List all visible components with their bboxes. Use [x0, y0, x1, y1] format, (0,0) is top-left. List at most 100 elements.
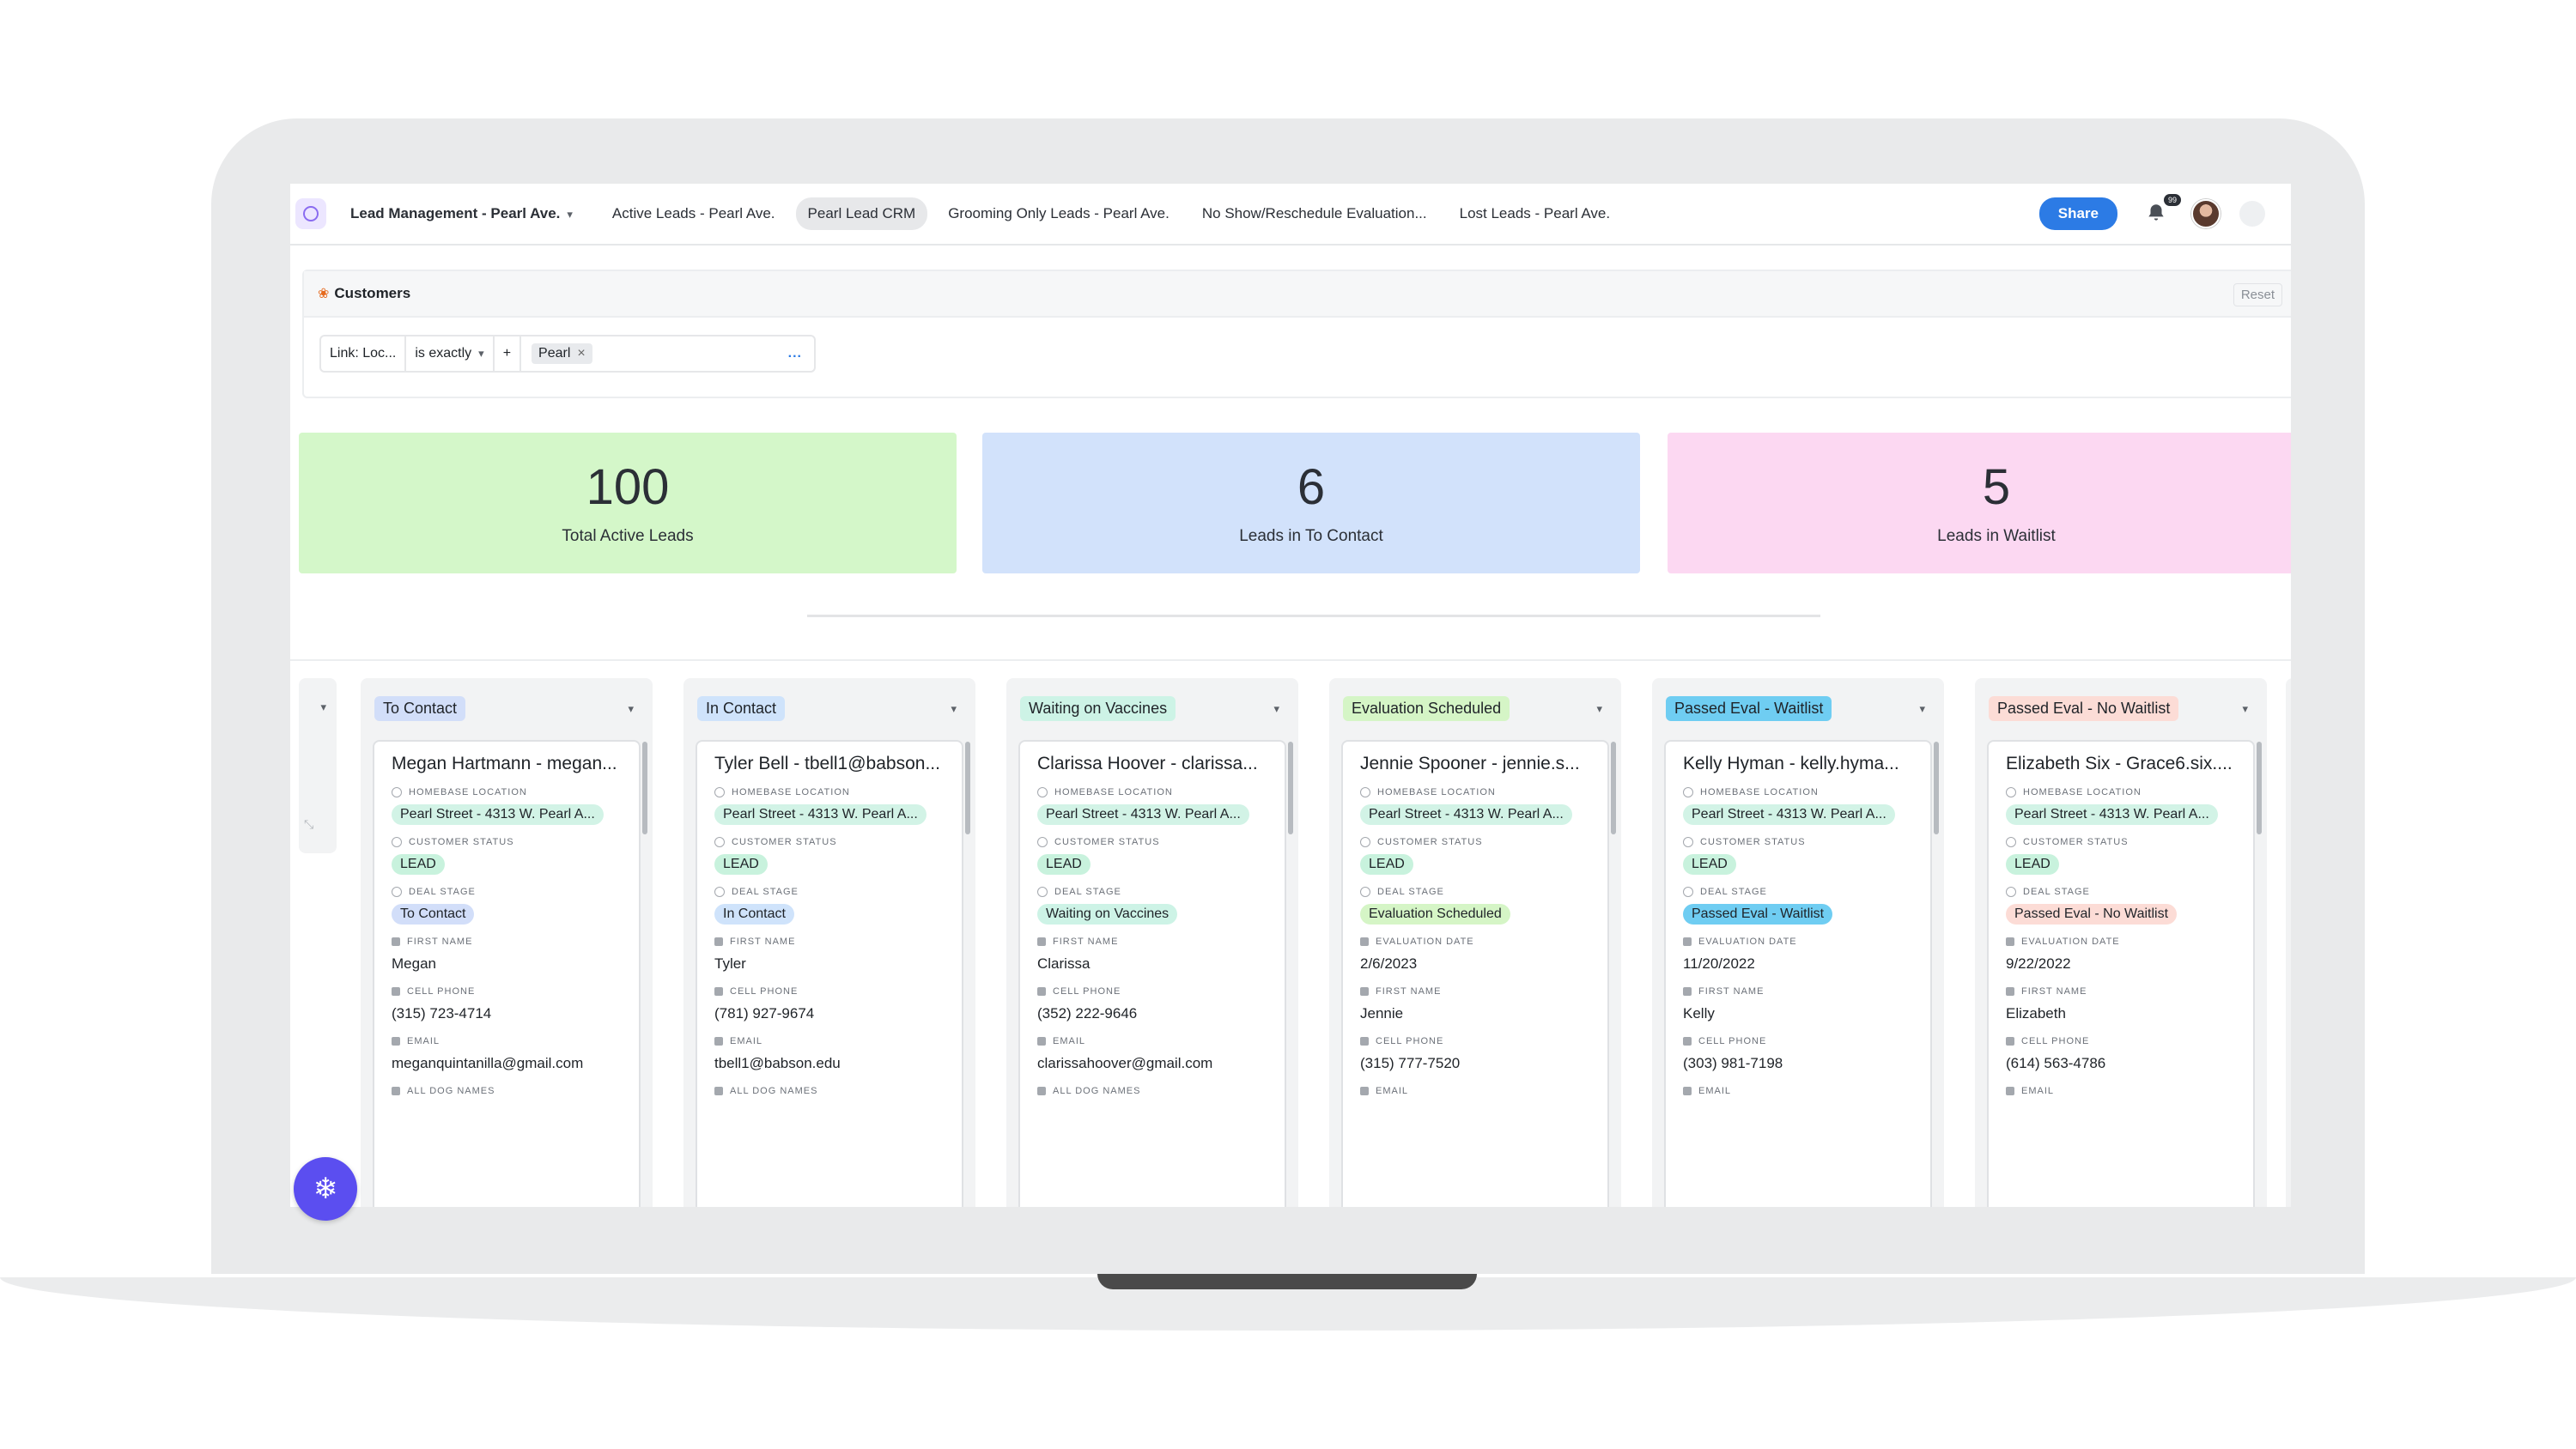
- location-pill: Pearl Street - 4313 W. Pearl A...: [1037, 804, 1249, 825]
- lead-card[interactable]: Clarissa Hoover - clarissa... HOMEBASE L…: [1018, 740, 1286, 1207]
- filter-operator-select[interactable]: is exactly ▾: [406, 336, 495, 371]
- stat-label: Leads in Waitlist: [1937, 526, 2056, 545]
- kanban-column-passed-eval-waitlist: Passed Eval - Waitlist ▾ Kelly Hyman - k…: [1652, 678, 1944, 1207]
- stage-icon: [1037, 887, 1048, 897]
- caret-down-icon[interactable]: ▾: [1596, 702, 1602, 716]
- card-title: Jennie Spooner - jennie.s...: [1360, 754, 1580, 773]
- stage-icon: [392, 887, 402, 897]
- email-icon: [714, 1037, 723, 1046]
- evaluation-date-value: 9/22/2022: [2006, 955, 2071, 972]
- phone-icon: [1360, 1037, 1369, 1046]
- calendar-icon: [2006, 937, 2014, 946]
- bell-icon: [2148, 204, 2164, 221]
- kanban-column-passed-eval-no-waitlist: Passed Eval - No Waitlist ▾ Elizabeth Si…: [1975, 678, 2267, 1207]
- filter-more-button[interactable]: ...: [788, 346, 802, 361]
- first-name-value: Megan: [392, 955, 436, 972]
- sparkle-icon: ❄: [313, 1173, 338, 1205]
- lead-card[interactable]: Elizabeth Six - Grace6.six.... HOMEBASE …: [1987, 740, 2255, 1207]
- remove-value-icon[interactable]: ×: [577, 346, 585, 361]
- kanban-top-border: [290, 659, 2291, 661]
- expand-icon[interactable]: ⤡: [304, 817, 313, 832]
- person-icon: [1037, 937, 1046, 946]
- location-icon: [1037, 787, 1048, 797]
- column-header: Passed Eval - No Waitlist ▾: [1975, 678, 2267, 738]
- first-name-value: Clarissa: [1037, 955, 1091, 972]
- filter-add-button[interactable]: +: [495, 336, 522, 371]
- status-pill: LEAD: [1037, 854, 1091, 875]
- cell-phone-value: (614) 563-4786: [2006, 1055, 2106, 1071]
- caret-down-icon: ▾: [478, 347, 484, 360]
- person-icon: [1683, 987, 1692, 996]
- email-icon: [2006, 1087, 2014, 1095]
- lead-card[interactable]: Kelly Hyman - kelly.hyma... HOMEBASE LOC…: [1664, 740, 1932, 1207]
- column-title: Passed Eval - No Waitlist: [1989, 695, 2179, 721]
- app-icon[interactable]: [295, 198, 326, 229]
- lead-card[interactable]: Megan Hartmann - megan... HOMEBASE LOCAT…: [373, 740, 641, 1207]
- status-icon: [714, 837, 725, 847]
- tab-pearl-lead-crm[interactable]: Pearl Lead CRM: [795, 197, 928, 230]
- column-scrollbar[interactable]: [1934, 742, 1939, 834]
- first-name-value: Elizabeth: [2006, 1005, 2066, 1022]
- caret-down-icon[interactable]: ▾: [1273, 702, 1279, 716]
- column-header: Passed Eval - Waitlist ▾: [1652, 678, 1944, 738]
- column-scrollbar[interactable]: [2257, 742, 2262, 834]
- first-name-value: Kelly: [1683, 1005, 1715, 1022]
- column-scrollbar[interactable]: [1288, 742, 1293, 834]
- collapsed-column[interactable]: ▾ ⤡: [299, 678, 337, 853]
- topbar-actions: Share 99: [2038, 194, 2291, 230]
- lead-card[interactable]: Jennie Spooner - jennie.s... HOMEBASE LO…: [1341, 740, 1609, 1207]
- user-avatar[interactable]: [2191, 199, 2221, 228]
- stage-pill: In Contact: [714, 904, 794, 925]
- stat-leads-to-contact: 6 Leads in To Contact: [982, 433, 1640, 573]
- stage-pill: Waiting on Vaccines: [1037, 904, 1178, 925]
- column-title: Waiting on Vaccines: [1020, 695, 1176, 721]
- stat-value: 100: [586, 459, 670, 516]
- caret-down-icon[interactable]: ▾: [1919, 702, 1925, 716]
- tab-active-leads[interactable]: Active Leads - Pearl Ave.: [600, 197, 787, 230]
- card-title: Clarissa Hoover - clarissa...: [1037, 754, 1258, 773]
- next-column-edge: [2286, 678, 2291, 1207]
- tab-no-show-reschedule[interactable]: No Show/Reschedule Evaluation...: [1190, 197, 1439, 230]
- evaluation-date-value: 2/6/2023: [1360, 955, 1418, 972]
- lead-card[interactable]: Tyler Bell - tbell1@babson... HOMEBASE L…: [696, 740, 963, 1207]
- column-title: To Contact: [374, 695, 466, 721]
- assistant-fab[interactable]: ❄: [294, 1157, 357, 1221]
- caret-down-icon: ▾: [320, 700, 326, 713]
- location-icon: [392, 787, 402, 797]
- formula-icon: [714, 1087, 723, 1095]
- kanban-column-to-contact: To Contact ▾ Megan Hartmann - megan... H…: [361, 678, 653, 1207]
- status-icon: [2006, 837, 2016, 847]
- caret-down-icon[interactable]: ▾: [951, 702, 957, 716]
- column-scrollbar[interactable]: [642, 742, 647, 834]
- status-icon: [392, 837, 402, 847]
- share-button[interactable]: Share: [2038, 197, 2117, 230]
- chevron-down-icon: ▾: [567, 208, 573, 221]
- column-scrollbar[interactable]: [965, 742, 970, 834]
- notification-count-badge: 99: [2163, 194, 2181, 206]
- tab-lead-management[interactable]: Lead Management - Pearl Ave. ▾: [338, 197, 585, 230]
- tab-grooming-only-leads[interactable]: Grooming Only Leads - Pearl Ave.: [936, 197, 1182, 230]
- customers-panel: ❀ Customers Reset Link: Loc... is exactl…: [302, 270, 2291, 398]
- laptop-notch: [1097, 1274, 1477, 1289]
- caret-down-icon[interactable]: ▾: [2242, 702, 2248, 716]
- more-avatar[interactable]: [2239, 201, 2265, 227]
- notifications-button[interactable]: 99: [2145, 194, 2181, 227]
- location-pill: Pearl Street - 4313 W. Pearl A...: [1683, 804, 1895, 825]
- person-icon: [392, 937, 400, 946]
- calendar-icon: [1683, 937, 1692, 946]
- status-pill: LEAD: [392, 854, 445, 875]
- phone-icon: [1683, 1037, 1692, 1046]
- top-nav: Lead Management - Pearl Ave. ▾ Active Lea…: [290, 184, 2291, 246]
- kanban-column-waiting-on-vaccines: Waiting on Vaccines ▾ Clarissa Hoover - …: [1006, 678, 1298, 1207]
- column-scrollbar[interactable]: [1611, 742, 1616, 834]
- column-title: In Contact: [697, 695, 786, 721]
- column-title: Passed Eval - Waitlist: [1666, 695, 1832, 721]
- reset-button[interactable]: Reset: [2233, 283, 2282, 306]
- kanban-column-evaluation-scheduled: Evaluation Scheduled ▾ Jennie Spooner - …: [1329, 678, 1621, 1207]
- status-pill: LEAD: [1683, 854, 1736, 875]
- tab-lost-leads[interactable]: Lost Leads - Pearl Ave.: [1448, 197, 1622, 230]
- filter-field-select[interactable]: Link: Loc...: [321, 336, 407, 371]
- card-title: Kelly Hyman - kelly.hyma...: [1683, 754, 1899, 773]
- email-value: tbell1@babson.edu: [714, 1055, 841, 1071]
- caret-down-icon[interactable]: ▾: [628, 702, 634, 716]
